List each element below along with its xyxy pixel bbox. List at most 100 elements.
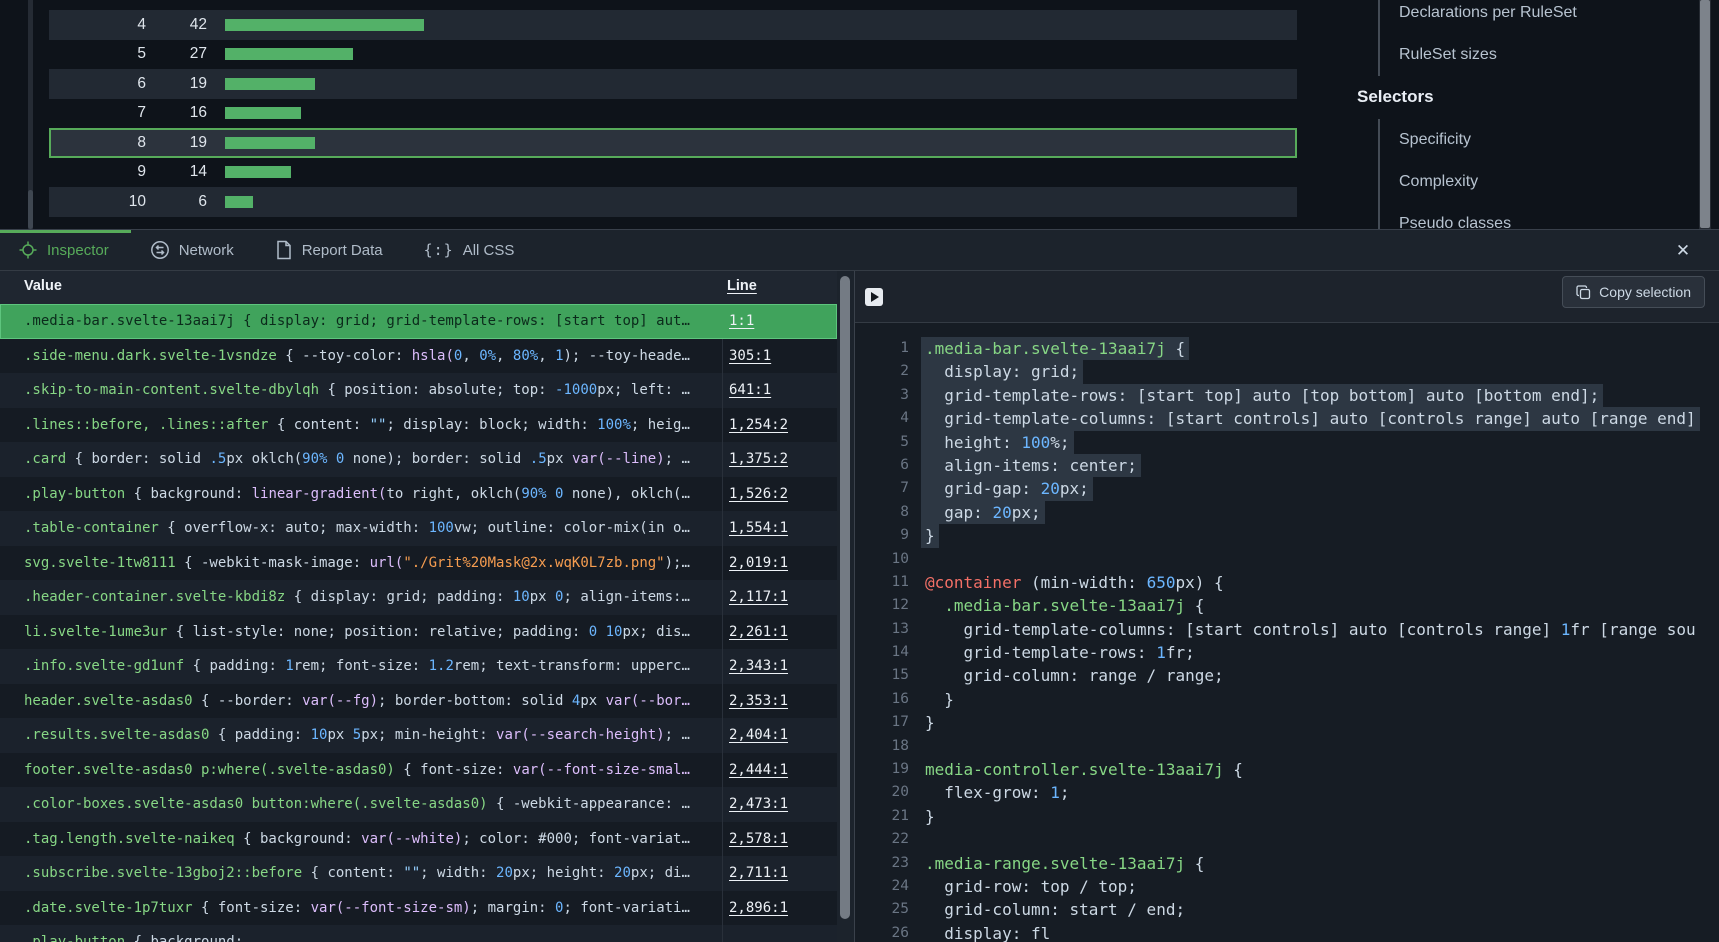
copy-selection-button[interactable]: Copy selection bbox=[1562, 276, 1705, 308]
tab-report-data[interactable]: Report Data bbox=[275, 240, 383, 260]
code-line: 20 flex-grow: 1; bbox=[855, 781, 1719, 804]
line-link[interactable]: 1,554:1 bbox=[729, 520, 788, 536]
line-link[interactable]: 2,353:1 bbox=[729, 693, 788, 709]
rule-value: .results.svelte-asdas0 { padding: 10px 5… bbox=[0, 727, 722, 743]
chart-row-10[interactable]: 106 bbox=[49, 187, 1297, 217]
line-cell: 2,444:1 bbox=[722, 753, 837, 788]
table-row[interactable]: .table-container { overflow-x: auto; max… bbox=[0, 511, 837, 546]
line-cell: 2,117:1 bbox=[722, 580, 837, 615]
line-link[interactable]: 1:1 bbox=[729, 313, 754, 329]
code-text: grid-column: start / end; bbox=[925, 898, 1185, 921]
line-cell: 2,353:1 bbox=[722, 684, 837, 719]
table-row[interactable]: .side-menu.dark.svelte-1vsndze { --toy-c… bbox=[0, 339, 837, 374]
line-number: 10 bbox=[855, 548, 909, 571]
table-row[interactable]: li.svelte-1ume3ur { list-style: none; po… bbox=[0, 615, 837, 650]
code-text: .media-bar.svelte-13aai7j { bbox=[925, 594, 1204, 617]
column-header-line[interactable]: Line bbox=[727, 278, 757, 294]
line-link[interactable]: 305:1 bbox=[729, 348, 771, 364]
line-number: 23 bbox=[855, 852, 909, 875]
line-link[interactable]: 2,404:1 bbox=[729, 727, 788, 743]
declarations-bar-chart: 442527619716819914106 bbox=[49, 0, 1297, 229]
count-value: 42 bbox=[146, 16, 207, 34]
chart-row-7[interactable]: 716 bbox=[49, 99, 1297, 129]
code-text: gap: 20px; bbox=[921, 501, 1045, 524]
chart-scrollbar-thumb[interactable] bbox=[28, 190, 33, 229]
table-row[interactable]: footer.svelte-asdas0 p:where(.svelte-asd… bbox=[0, 753, 837, 788]
table-row[interactable]: .play-button { background: … bbox=[0, 925, 837, 942]
table-row[interactable]: .skip-to-main-content.svelte-dbylqh { po… bbox=[0, 373, 837, 408]
table-row[interactable]: .date.svelte-1p7tuxr { font-size: var(--… bbox=[0, 891, 837, 926]
table-row[interactable]: .lines::before, .lines::after { content:… bbox=[0, 408, 837, 443]
count-value: 16 bbox=[146, 104, 207, 122]
table-row[interactable]: header.svelte-asdas0 { --border: var(--f… bbox=[0, 684, 837, 719]
copy-selection-label: Copy selection bbox=[1599, 284, 1691, 300]
table-scrollbar-thumb[interactable] bbox=[840, 276, 850, 919]
line-number: 26 bbox=[855, 922, 909, 942]
code-line: 16 } bbox=[855, 688, 1719, 711]
open-preview-icon[interactable] bbox=[865, 288, 883, 306]
bar bbox=[225, 48, 353, 60]
nav-item-declarations-per-ruleset[interactable]: Declarations per RuleSet bbox=[1380, 0, 1577, 34]
line-link[interactable]: 2,473:1 bbox=[729, 796, 788, 812]
line-link[interactable]: 2,711:1 bbox=[729, 865, 788, 881]
table-row[interactable]: .color-boxes.svelte-asdas0 button:where(… bbox=[0, 787, 837, 822]
code-line: 23 .media-range.svelte-13aai7j { bbox=[855, 852, 1719, 875]
line-number: 17 bbox=[855, 711, 909, 734]
code-line: 22 bbox=[855, 828, 1719, 851]
nav-item-ruleset-sizes[interactable]: RuleSet sizes bbox=[1380, 34, 1577, 76]
table-row[interactable]: .media-bar.svelte-13aai7j { display: gri… bbox=[0, 304, 837, 339]
table-row[interactable]: svg.svelte-1tw8111 { -webkit-mask-image:… bbox=[0, 546, 837, 581]
line-link[interactable]: 641:1 bbox=[729, 382, 771, 398]
chart-row-4[interactable]: 442 bbox=[49, 10, 1297, 40]
line-link[interactable]: 2,117:1 bbox=[729, 589, 788, 605]
code-line: 26 display: fl bbox=[855, 922, 1719, 942]
chart-row-9[interactable]: 914 bbox=[49, 158, 1297, 188]
nav-item-complexity[interactable]: Complexity bbox=[1380, 161, 1511, 203]
nav-item-specificity[interactable]: Specificity bbox=[1380, 119, 1511, 161]
chart-row-6[interactable]: 619 bbox=[49, 69, 1297, 99]
code-line: 3 grid-template-rows: [start top] auto [… bbox=[855, 384, 1719, 407]
code-line: 5 height: 100%; bbox=[855, 431, 1719, 454]
line-link[interactable]: 1,526:2 bbox=[729, 486, 788, 502]
table-row[interactable]: .results.svelte-asdas0 { padding: 10px 5… bbox=[0, 718, 837, 753]
line-cell: 1,375:2 bbox=[722, 442, 837, 477]
code-line: 21} bbox=[855, 805, 1719, 828]
line-number: 8 bbox=[855, 501, 909, 524]
tab-all-css[interactable]: {:}All CSS bbox=[424, 241, 515, 259]
line-link[interactable]: 2,444:1 bbox=[729, 762, 788, 778]
line-link[interactable]: 2,896:1 bbox=[729, 900, 788, 916]
code-text: } bbox=[921, 524, 939, 547]
line-link[interactable]: 2,343:1 bbox=[729, 658, 788, 674]
nav-group-selectors: SpecificityComplexityPseudo classes bbox=[1378, 119, 1511, 229]
line-cell: 2,578:1 bbox=[722, 822, 837, 857]
line-cell: 2,261:1 bbox=[722, 615, 837, 650]
line-cell: 1:1 bbox=[722, 304, 837, 339]
tab-inspector[interactable]: Inspector bbox=[18, 240, 109, 260]
table-row[interactable]: .info.svelte-gd1unf { padding: 1rem; fon… bbox=[0, 649, 837, 684]
bar bbox=[225, 107, 301, 119]
line-link[interactable]: 2,578:1 bbox=[729, 831, 788, 847]
line-link[interactable]: 1,254:2 bbox=[729, 417, 788, 433]
code-line: 15 grid-column: range / range; bbox=[855, 664, 1719, 687]
nav-heading-selectors[interactable]: Selectors bbox=[1357, 84, 1434, 110]
table-row[interactable]: .play-button { background: linear-gradie… bbox=[0, 477, 837, 512]
nav-item-pseudo-classes[interactable]: Pseudo classes bbox=[1380, 203, 1511, 229]
rule-value: svg.svelte-1tw8111 { -webkit-mask-image:… bbox=[0, 555, 722, 571]
code-text: .media-range.svelte-13aai7j { bbox=[925, 852, 1204, 875]
chart-row-5[interactable]: 527 bbox=[49, 40, 1297, 70]
code-line: 24 grid-row: top / top; bbox=[855, 875, 1719, 898]
line-link[interactable]: 2,261:1 bbox=[729, 624, 788, 640]
page-scrollbar-thumb[interactable] bbox=[1700, 0, 1710, 228]
bar bbox=[225, 78, 315, 90]
close-panel-button[interactable]: ✕ bbox=[1671, 239, 1695, 263]
line-link[interactable]: 2,019:1 bbox=[729, 555, 788, 571]
table-row[interactable]: .card { border: solid .5px oklch(90% 0 n… bbox=[0, 442, 837, 477]
line-cell: 2,404:1 bbox=[722, 718, 837, 753]
line-link[interactable]: 1,375:2 bbox=[729, 451, 788, 467]
tab-network[interactable]: Network bbox=[150, 240, 234, 260]
chart-row-8[interactable]: 819 bbox=[49, 128, 1297, 158]
line-number: 1 bbox=[855, 337, 909, 360]
table-row[interactable]: .tag.length.svelte-naikeq { background: … bbox=[0, 822, 837, 857]
table-row[interactable]: .header-container.svelte-kbdi8z { displa… bbox=[0, 580, 837, 615]
table-row[interactable]: .subscribe.svelte-13gboj2::before { cont… bbox=[0, 856, 837, 891]
